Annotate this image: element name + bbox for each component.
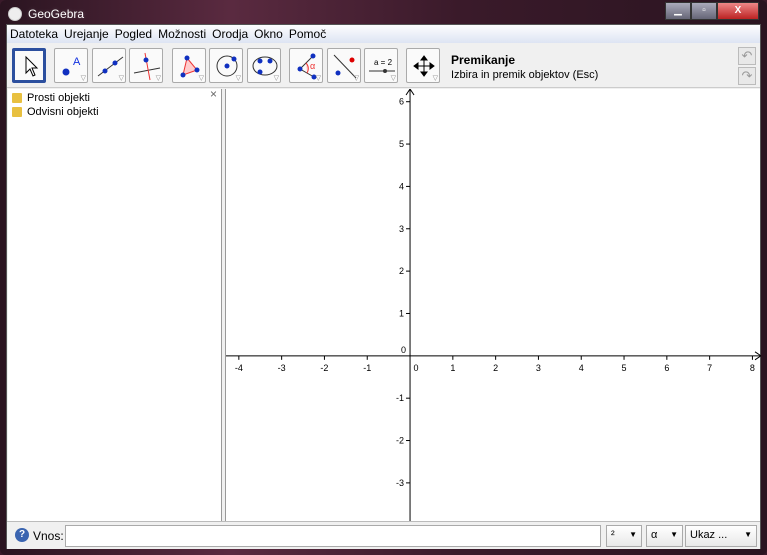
command-dropdown[interactable]: Ukaz ... ▼ — [685, 525, 757, 547]
folder-dependent-objects[interactable]: Odvisni objekti — [8, 105, 221, 119]
coordinate-axes: -4 -3 -2 -1 0 1 2 3 4 5 6 7 8 -3 -2 -1 0 1 2 3 4 5 6 — [226, 88, 762, 521]
menu-tools[interactable]: Orodja — [212, 27, 248, 41]
x-tick-label: -2 — [320, 363, 328, 373]
x-tick-label: 0 — [414, 363, 419, 373]
x-tick-label: 1 — [450, 363, 455, 373]
redo-button[interactable]: ↷ — [738, 67, 756, 85]
menu-view[interactable]: Pogled — [115, 27, 152, 41]
tool-help-text: Izbira in premik objektov (Esc) — [451, 69, 599, 81]
input-label: Vnos: — [33, 529, 64, 543]
x-tick-label: 5 — [622, 363, 627, 373]
menu-file[interactable]: Datoteka — [10, 27, 58, 41]
input-field[interactable] — [65, 525, 601, 547]
menu-window[interactable]: Okno — [254, 27, 283, 41]
y-tick-label: 5 — [399, 139, 404, 149]
y-tick-label: -2 — [396, 436, 404, 446]
tool-perpendicular[interactable]: ▽ — [129, 48, 163, 83]
menu-bar: Datoteka Urejanje Pogled Možnosti Orodja… — [7, 25, 760, 43]
algebra-view: × Prosti objekti Odvisni objekti — [8, 87, 222, 521]
y-tick-label: -1 — [396, 393, 404, 403]
tool-reflect[interactable]: ▽ — [327, 48, 361, 83]
tool-conic[interactable]: ▽ — [247, 48, 281, 83]
geogebra-logo-icon — [8, 7, 22, 21]
window-title: GeoGebra — [28, 7, 85, 21]
folder-icon — [12, 93, 22, 103]
close-button[interactable]: X — [717, 2, 759, 20]
tool-line[interactable]: ▽ — [92, 48, 126, 83]
x-tick-label: 6 — [664, 363, 669, 373]
tool-slider[interactable]: a = 2 ▽ — [364, 48, 398, 83]
cursor-arrow-icon — [25, 55, 39, 77]
undo-button[interactable]: ↶ — [738, 47, 756, 65]
client-area: Datoteka Urejanje Pogled Možnosti Orodja… — [6, 24, 762, 549]
folder-icon — [12, 107, 22, 117]
tool-point[interactable]: A ▽ — [54, 48, 88, 83]
x-tick-label: 7 — [707, 363, 712, 373]
x-tick-label: 2 — [493, 363, 498, 373]
x-tick-label: 4 — [579, 363, 584, 373]
folder-free-objects[interactable]: Prosti objekti — [8, 91, 221, 105]
close-view-icon[interactable]: × — [210, 87, 217, 101]
title-bar: GeoGebra — [8, 4, 84, 24]
y-tick-label: 2 — [399, 266, 404, 276]
x-tick-label: 8 — [750, 363, 755, 373]
y-tick-label: 0 — [401, 345, 406, 355]
y-tick-label: 4 — [399, 181, 404, 191]
greek-dropdown[interactable]: α ▼ — [646, 525, 683, 547]
x-tick-label: -3 — [278, 363, 286, 373]
x-tick-label: -1 — [363, 363, 371, 373]
tool-polygon[interactable]: ▽ — [172, 48, 206, 83]
tool-angle[interactable]: α ▽ — [289, 48, 323, 83]
x-tick-label: 3 — [536, 363, 541, 373]
y-tick-label: 3 — [399, 224, 404, 234]
svg-text:α: α — [310, 61, 315, 71]
graphics-view[interactable]: -4 -3 -2 -1 0 1 2 3 4 5 6 7 8 -3 -2 -1 0 1 2 3 4 5 6 — [225, 88, 762, 521]
input-bar: ? Vnos: ² ▼ α ▼ Ukaz ... ▼ — [7, 521, 760, 549]
menu-options[interactable]: Možnosti — [158, 27, 206, 41]
y-tick-label: 1 — [399, 308, 404, 318]
window: GeoGebra ▁ ▫ X Datoteka Urejanje Pogled Mo… — [0, 0, 767, 555]
menu-edit[interactable]: Urejanje — [64, 27, 109, 41]
tool-help-title: Premikanje — [451, 53, 516, 67]
menu-help[interactable]: Pomoč — [289, 27, 326, 41]
tool-move-view[interactable]: ▽ — [406, 48, 440, 83]
toolbar: A ▽ ▽ ▽ ▽ ▽ ▽ α ▽ ▽ a = 2 ▽ ▽ Premikanje Izb… — [7, 44, 760, 88]
y-tick-label: -3 — [396, 478, 404, 488]
tool-help: Premikanje Izbira in premik objektov (Esc… — [451, 53, 598, 81]
superscript-dropdown[interactable]: ² ▼ — [606, 525, 642, 547]
minimize-button[interactable]: ▁ — [665, 2, 691, 20]
tool-move[interactable] — [12, 48, 46, 83]
maximize-button[interactable]: ▫ — [691, 2, 717, 20]
y-tick-label: 6 — [399, 97, 404, 107]
svg-text:A: A — [73, 56, 81, 68]
x-tick-label: -4 — [235, 363, 243, 373]
help-icon[interactable]: ? — [15, 528, 29, 542]
tool-circle[interactable]: ▽ — [209, 48, 243, 83]
svg-text:a = 2: a = 2 — [374, 58, 393, 67]
